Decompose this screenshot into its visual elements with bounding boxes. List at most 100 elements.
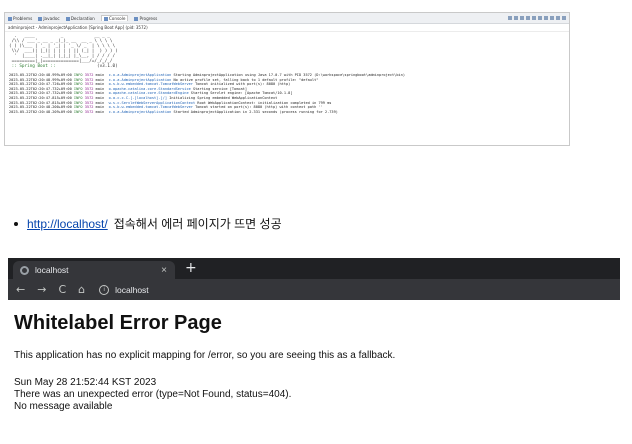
page-title: Whitelabel Error Page [14,312,222,334]
log-class: o.s.b.w.embedded.tomcat.TomcatWebServer [108,105,193,110]
log-message: Root WebApplicationContext: initializati… [197,100,332,105]
log-thread: main [95,86,105,91]
log-level: INFO [73,105,83,110]
error-details: Sun May 28 21:52:44 KST 2023 There was a… [14,377,291,413]
remove-launch-icon[interactable] [514,16,518,20]
error-timestamp: Sun May 28 21:52:44 KST 2023 [14,377,157,388]
browser-tab-localhost[interactable]: localhost × [13,261,175,279]
log-level: INFO [73,82,83,87]
log-level: INFO [73,77,83,82]
browser-window: localhost × + ← → C ⌂ i localhost [8,258,620,300]
log-timestamp: 2023-05-22T02:20:48.200+09:00 [9,105,72,110]
log-timestamp: 2023-05-22T02:20:47.815+09:00 [9,95,72,100]
bullet-dot [14,221,18,226]
log-pid: 3572 [84,91,94,96]
log-level: INFO [73,91,83,96]
instruction-text: 접속해서 에러 페이지가 뜨면 성공 [113,217,282,231]
log-level: INFO [73,86,83,91]
minimize-icon[interactable] [556,16,560,20]
log-pid: 3572 [84,82,94,87]
terminate-icon[interactable] [508,16,512,20]
log-timestamp: 2023-05-22T02:20:47.815+09:00 [9,100,72,105]
log-class: o.s.b.w.embedded.tomcat.TomcatWebServer [108,82,193,87]
close-icon[interactable]: × [161,265,167,276]
tab-title: localhost [35,265,69,275]
browser-tab-strip: localhost × + [8,258,620,279]
log-pid: 3572 [84,73,94,77]
log-line: 2023-05-22T02:20:48.209+09:00 INFO 3572 … [9,110,569,115]
log-level: INFO [73,109,83,114]
log-message: Starting Servlet engine: [Apache Tomcat/… [190,91,293,96]
log-thread: main [95,82,105,87]
log-pid: 3572 [84,105,94,110]
log-class: c.o.a.AdminprojectApplication [108,73,172,77]
console-log: 2023-05-22T02:20:48.999+09:00 INFO 3572 … [9,73,569,114]
instruction-bullet: http://localhost/ 접속해서 에러 페이지가 뜨면 성공 [14,215,282,232]
eclipse-view-tabs: Problems Javadoc Declaration Console Pro… [5,13,569,24]
log-message: Started AdminprojectApplication in 2.331… [173,109,338,114]
localhost-link[interactable]: http://localhost/ [27,217,108,231]
log-level: INFO [73,73,83,77]
log-message: Tomcat initialized with port(s): 8080 (h… [195,82,291,87]
log-pid: 3572 [84,77,94,82]
tab-declaration[interactable]: Declaration [65,16,95,21]
log-pid: 3572 [84,95,94,100]
console-launch-path: adminproject - AdminprojectApplication [… [5,24,569,32]
log-message: Starting AdminprojectApplication using J… [173,73,405,77]
eclipse-console-screenshot: Problems Javadoc Declaration Console Pro… [4,12,570,146]
log-message: Initializing Spring embedded WebApplicat… [169,95,278,100]
maximize-icon[interactable] [562,16,566,20]
log-class: c.o.a.AdminprojectApplication [108,77,172,82]
pin-console-icon[interactable] [538,16,542,20]
log-pid: 3572 [84,86,94,91]
console-icon [103,17,108,21]
log-timestamp: 2023-05-22T02:20:48.999+09:00 [9,73,72,77]
log-pid: 3572 [84,109,94,114]
address-text: localhost [115,284,149,295]
progress-icon [134,16,139,21]
problems-icon [8,16,12,21]
log-thread: main [95,100,105,105]
log-timestamp: 2023-05-22T02:20:47.732+09:00 [9,91,72,96]
clear-console-icon[interactable] [520,16,524,20]
log-pid: 3572 [84,100,94,105]
globe-icon [20,265,29,275]
spring-boot-label: :: Spring Boot :: [9,64,56,69]
forward-arrow-icon[interactable]: → [37,283,46,296]
banner-version-line: :: Spring Boot :: (v3.1.0) [9,64,569,69]
tab-progress[interactable]: Progress [134,16,157,21]
word-wrap-icon[interactable] [532,16,536,20]
log-timestamp: 2023-05-22T02:20:48.999+09:00 [9,77,72,82]
log-class: c.o.a.AdminprojectApplication [108,109,172,114]
log-message: Tomcat started on port(s): 8080 (http) w… [195,105,323,110]
log-timestamp: 2023-05-22T02:20:47.726+09:00 [9,82,72,87]
address-bar[interactable]: i localhost [99,284,149,295]
error-message: No message available [14,401,113,412]
home-icon[interactable]: ⌂ [78,283,85,296]
reload-icon[interactable]: C [58,283,66,296]
log-message: No active profile set, falling back to 1… [173,77,319,82]
log-thread: main [95,73,105,77]
tab-javadoc[interactable]: Javadoc [38,16,60,21]
declaration-icon [65,16,70,21]
log-level: INFO [73,95,83,100]
info-icon[interactable]: i [99,284,110,295]
display-console-icon[interactable] [544,16,548,20]
browser-toolbar: ← → C ⌂ i localhost [8,279,620,300]
new-tab-button[interactable]: + [185,259,197,277]
scroll-lock-icon[interactable] [526,16,530,20]
log-class: o.a.c.c.C.[.[localhost].[/] [108,95,167,100]
tab-console[interactable]: Console [100,15,129,21]
spring-boot-version: (v3.1.0) [96,64,118,69]
spring-banner: . ____ _ __ _ _ /\\ / ___'_ __ _ _(_)_ _… [9,34,569,69]
log-timestamp: 2023-05-22T02:20:47.732+09:00 [9,86,72,91]
open-console-icon[interactable] [550,16,554,20]
log-thread: main [95,109,105,114]
console-toolbar [508,16,566,20]
log-thread: main [95,95,105,100]
tab-problems[interactable]: Problems [8,16,32,21]
log-class: o.apache.catalina.core.StandardEngine [108,91,189,96]
log-message: Starting service [Tomcat] [192,86,248,91]
back-arrow-icon[interactable]: ← [16,283,25,296]
log-class: o.apache.catalina.core.StandardService [108,86,191,91]
